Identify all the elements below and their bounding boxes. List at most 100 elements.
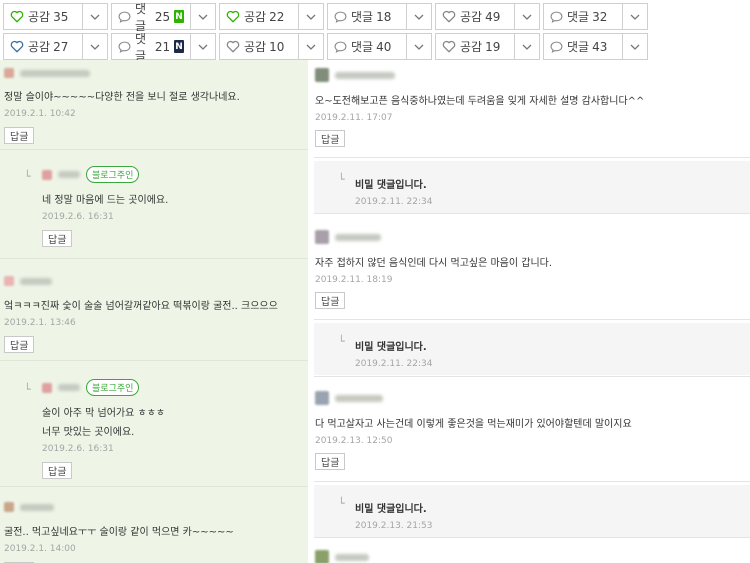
comment-text: 술이 아주 막 넘어가요 ㅎㅎㅎ (42, 408, 166, 419)
chevron-down-icon[interactable] (298, 33, 324, 60)
like-button[interactable]: 공감 10 (219, 33, 298, 60)
comment-text: 굴전.. 먹고싶네요ㅜㅜ 술이랑 같이 먹으면 카~~~~~ (4, 527, 234, 538)
chevron-down-icon[interactable] (190, 33, 216, 60)
comment-date: 2019.2.1. 13:46 (4, 318, 76, 328)
reply-arrow-icon: └ (338, 335, 345, 348)
like-reaction-group: 공감 10 (219, 33, 324, 60)
like-button[interactable]: 공감 22 (219, 3, 298, 30)
comment-text: 네 정말 마음에 드는 곳이에요. (42, 195, 169, 206)
comment-date: 2019.2.6. 16:31 (42, 444, 114, 454)
comment-button[interactable]: 댓글 25 N (111, 2, 190, 33)
reply-button[interactable]: 답글 (4, 336, 35, 353)
commenter-name-blurred (315, 550, 750, 563)
comment-date: 2019.2.11. 22:34 (355, 359, 433, 369)
reply-item: 블로그주인 술이 아주 막 넘어가요 ㅎㅎㅎ 너무 맛있는 곳이에요. 2019… (42, 379, 165, 479)
reply-item: 블로그주인 네 정말 마음에 드는 곳이에요. 2019.2.6. 16:31 … (42, 166, 168, 247)
reaction-label: 공감 (460, 40, 483, 54)
secret-comment: └ 비밀 댓글입니다. 2019.2.11. 22:34 (314, 323, 750, 375)
comment-date: 2019.2.13. 21:53 (355, 521, 433, 531)
reaction-label: 공감 (28, 40, 51, 54)
comment-reaction-group: 댓글 43 (543, 33, 648, 60)
like-button[interactable]: 공감 49 (435, 3, 514, 30)
comment-button[interactable]: 댓글 40 (327, 33, 406, 60)
reaction-count: 10 (269, 39, 285, 54)
like-reaction-group: 공감 19 (435, 33, 540, 60)
comment-reaction-group: 댓글 18 (327, 3, 432, 30)
comment-text: 오~도전해보고픈 음식중하나였는데 두려움을 잊게 자세한 설명 감사합니다^^ (315, 96, 645, 107)
chevron-down-icon[interactable] (514, 3, 540, 30)
speech-bubble-icon (334, 41, 347, 53)
chevron-down-icon[interactable] (406, 33, 432, 60)
reply-button[interactable]: 답글 (315, 292, 346, 309)
commenter-name-blurred (42, 168, 80, 182)
reaction-label: 댓글 (135, 1, 147, 33)
heart-outline-icon (226, 40, 240, 53)
chevron-down-icon[interactable] (82, 33, 108, 60)
reaction-label: 댓글 (351, 40, 374, 54)
reaction-count: 43 (592, 39, 608, 54)
secret-comment-title: 비밀 댓글입니다. (355, 180, 427, 191)
comment-button[interactable]: 댓글 32 (543, 3, 622, 30)
chevron-down-icon[interactable] (82, 3, 108, 30)
commenter-name-blurred (315, 68, 750, 82)
reaction-row-1: 공감 35 댓글 25 N 공감 22 댓글 18 공감 49 댓글 32 (3, 2, 651, 33)
speech-bubble-icon (118, 11, 131, 23)
chevron-down-icon[interactable] (622, 33, 648, 60)
comment-button[interactable]: 댓글 43 (543, 33, 622, 60)
comment-item: 자주 접하지 않던 음식인데 다시 먹고싶은 마음이 갑니다. 2019.2.1… (315, 230, 750, 309)
comment-button[interactable]: 댓글 18 (327, 3, 406, 30)
reaction-label: 공감 (460, 10, 483, 24)
reaction-count: 40 (376, 39, 392, 54)
chevron-down-icon[interactable] (514, 33, 540, 60)
like-button[interactable]: 공감 35 (3, 3, 82, 30)
secret-comment: └ 비밀 댓글입니다. 2019.2.11. 22:34 (314, 161, 750, 213)
reaction-count: 22 (269, 9, 285, 24)
reaction-label: 공감 (244, 10, 267, 24)
reply-button[interactable]: 답글 (4, 127, 35, 144)
comment-date: 2019.2.11. 17:07 (315, 113, 393, 123)
reply-arrow-icon: └ (338, 497, 345, 510)
like-reaction-group: 공감 27 (3, 33, 108, 60)
speech-bubble-icon (334, 11, 347, 23)
secret-comment-title: 비밀 댓글입니다. (355, 342, 427, 353)
reply-arrow-icon: └ (338, 173, 345, 186)
secret-comment: └ 비밀 댓글입니다. 2019.2.13. 21:53 (314, 485, 750, 537)
comment-text: 자주 접하지 않던 음식인데 다시 먹고싶은 마음이 갑니다. (315, 258, 553, 269)
chevron-down-icon[interactable] (622, 3, 648, 30)
reply-arrow-icon: └ (24, 383, 31, 396)
reaction-count: 27 (53, 39, 69, 54)
comment-item: 다 먹고살자고 사는건데 이렇게 좋은것을 먹는재미가 있어야할텐데 말이지요 … (315, 391, 750, 470)
reply-button[interactable]: 답글 (315, 453, 346, 470)
reply-button[interactable]: 답글 (42, 462, 73, 479)
reaction-label: 공감 (244, 40, 267, 54)
like-button[interactable]: 공감 27 (3, 33, 82, 60)
new-badge-icon: N (174, 40, 184, 53)
comment-text: 정말 슬이야~~~~~다양한 전을 보니 절로 생각나네요. (4, 92, 240, 103)
speech-bubble-icon (550, 41, 563, 53)
comment-text: 너무 맛있는 곳이에요. (42, 427, 135, 438)
comment-date: 2019.2.11. 22:34 (355, 197, 433, 207)
comment-date: 2019.2.11. 18:19 (315, 275, 393, 285)
speech-bubble-icon (550, 11, 563, 23)
reaction-count: 35 (53, 9, 69, 24)
like-button[interactable]: 공감 19 (435, 33, 514, 60)
reply-button[interactable]: 답글 (315, 130, 346, 147)
comment-item: 굴전.. 먹고싶네요ㅜㅜ 술이랑 같이 먹으면 카~~~~~ 2019.2.1.… (4, 500, 308, 563)
chevron-down-icon[interactable] (190, 3, 216, 30)
like-reaction-group: 공감 35 (3, 3, 108, 30)
reaction-label: 댓글 (351, 10, 374, 24)
chevron-down-icon[interactable] (298, 3, 324, 30)
chevron-down-icon[interactable] (406, 3, 432, 30)
reaction-count: 49 (485, 9, 501, 24)
commenter-name-blurred (315, 391, 750, 405)
reaction-count: 21 (154, 39, 171, 54)
new-badge-icon: N (174, 10, 184, 23)
reply-arrow-icon: └ (24, 170, 31, 183)
reaction-label: 댓글 (135, 31, 147, 63)
reaction-row-2: 공감 27 댓글 21 N 공감 10 댓글 40 공감 19 댓글 43 (3, 32, 651, 63)
like-reaction-group: 공감 49 (435, 3, 540, 30)
reaction-label: 댓글 (567, 40, 590, 54)
reply-button[interactable]: 답글 (42, 230, 73, 247)
comment-button[interactable]: 댓글 21 N (111, 32, 190, 63)
comment-item: 오~도전해보고픈 음식중하나였는데 두려움을 잊게 자세한 설명 감사합니다^^… (315, 68, 750, 147)
